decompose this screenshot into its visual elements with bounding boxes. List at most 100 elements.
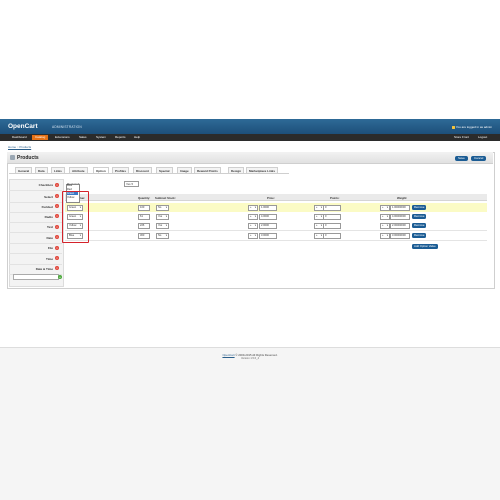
chevron-down-icon: ▾ bbox=[320, 206, 322, 209]
chevron-down-icon: ▾ bbox=[320, 215, 322, 218]
add-option-value-button[interactable]: Add Option Value bbox=[412, 244, 438, 249]
menu-reports[interactable]: Reports bbox=[112, 135, 129, 140]
points-input-value: 0 bbox=[325, 215, 327, 218]
menu-extensions[interactable]: Extensions bbox=[52, 135, 73, 140]
price-prefix-select[interactable]: + ▾ bbox=[248, 214, 258, 220]
quantity-input[interactable]: 226 bbox=[138, 223, 150, 229]
quantity-input[interactable]: 300 bbox=[138, 233, 150, 239]
remove-button[interactable]: Remove bbox=[412, 232, 427, 238]
weight-input[interactable]: 1.00000000 bbox=[390, 205, 410, 211]
subtract-stock-select[interactable]: No ▾ bbox=[156, 233, 169, 239]
weight-prefix-select[interactable]: + ▾ bbox=[380, 205, 390, 211]
menu-catalog[interactable]: Catalog bbox=[32, 135, 49, 140]
points-input[interactable]: 0 bbox=[323, 205, 341, 211]
sidebar-item-label: Checkbox bbox=[38, 183, 53, 187]
chevron-down-icon: ▾ bbox=[131, 182, 133, 186]
footer-version: Version 1.5.6_4 bbox=[240, 357, 260, 360]
weight-input-value: 2.00000000 bbox=[392, 224, 406, 227]
subtract-stock-select-value: No bbox=[158, 206, 162, 209]
weight-input-value: 4.00000000 bbox=[392, 215, 406, 218]
price-prefix-select-value: + bbox=[250, 215, 252, 218]
points-input[interactable]: 0 bbox=[323, 214, 341, 220]
weight-prefix-select-value: + bbox=[382, 224, 384, 227]
subtract-stock-select-value: No bbox=[158, 234, 162, 237]
price-input[interactable]: 4.0000 bbox=[259, 214, 277, 220]
dropdown-option-blue[interactable]: Blue bbox=[67, 184, 79, 187]
remove-icon[interactable]: × bbox=[55, 266, 59, 270]
remove-button[interactable]: Remove bbox=[412, 213, 427, 219]
price-prefix-select-value: + bbox=[250, 234, 252, 237]
price-input[interactable]: 2.0000 bbox=[259, 223, 277, 229]
remove-button[interactable]: Remove bbox=[412, 222, 427, 228]
points-input-value: 0 bbox=[325, 224, 327, 227]
remove-icon[interactable]: × bbox=[55, 182, 59, 187]
remove-icon[interactable]: × bbox=[55, 224, 59, 229]
price-input[interactable]: 1.0000 bbox=[259, 205, 277, 211]
save-button[interactable]: Save bbox=[455, 155, 468, 161]
sidebar-item-checkbox[interactable]: Checkbox × bbox=[9, 179, 62, 191]
points-prefix-select-value: + bbox=[316, 234, 318, 237]
points-input[interactable]: 0 bbox=[323, 223, 341, 229]
cancel-button[interactable]: Cancel bbox=[471, 155, 487, 161]
weight-input-value: 3.00000000 bbox=[392, 234, 406, 237]
main-menu bbox=[0, 134, 500, 141]
menu-system[interactable]: System bbox=[93, 135, 109, 140]
price-input-value: 2.0000 bbox=[261, 224, 269, 227]
tab-divider bbox=[9, 173, 289, 174]
price-prefix-select[interactable]: + ▾ bbox=[248, 205, 258, 211]
weight-input[interactable]: 2.00000000 bbox=[390, 223, 410, 229]
menu-store-front[interactable]: Store Front bbox=[451, 135, 472, 140]
add-option-select[interactable] bbox=[13, 274, 59, 280]
remove-icon[interactable]: × bbox=[55, 245, 59, 250]
footer-background bbox=[0, 347, 500, 500]
app-logo[interactable]: OpenCart bbox=[8, 123, 38, 130]
menu-help[interactable]: Help bbox=[131, 135, 143, 140]
remove-icon[interactable]: × bbox=[55, 256, 59, 260]
weight-input[interactable]: 3.00000000 bbox=[390, 233, 410, 239]
price-prefix-select-value: + bbox=[250, 224, 252, 227]
quantity-input-value: 61 bbox=[140, 215, 143, 218]
price-prefix-select[interactable]: + ▾ bbox=[248, 223, 258, 229]
remove-icon[interactable]: × bbox=[55, 204, 59, 208]
points-prefix-select-value: + bbox=[316, 215, 318, 218]
col-subtract-stock: Subtract Stock: bbox=[155, 195, 176, 200]
chevron-down-icon: ▾ bbox=[165, 206, 167, 209]
subtract-stock-select[interactable]: Yes ▾ bbox=[156, 223, 169, 229]
subtract-stock-select[interactable]: Yes ▾ bbox=[156, 214, 169, 220]
remove-icon[interactable]: × bbox=[55, 214, 59, 218]
subtract-stock-select[interactable]: No ▾ bbox=[156, 205, 169, 211]
weight-prefix-select-value: + bbox=[382, 234, 384, 237]
chevron-down-icon: ▾ bbox=[320, 234, 322, 237]
remove-icon[interactable]: × bbox=[55, 235, 59, 239]
menu-sales[interactable]: Sales bbox=[76, 135, 90, 140]
add-icon[interactable]: + bbox=[58, 274, 62, 279]
col-weight: Weight: bbox=[397, 195, 408, 200]
weight-prefix-select[interactable]: + ▾ bbox=[380, 214, 390, 220]
remove-icon[interactable]: × bbox=[55, 194, 59, 198]
quantity-input[interactable]: 61 bbox=[138, 214, 150, 220]
points-input[interactable]: 0 bbox=[323, 233, 341, 239]
sidebar-item-label: Radio bbox=[44, 214, 53, 219]
menu-dashboard[interactable]: Dashboard bbox=[9, 135, 30, 140]
required-select[interactable]: Yes ▾ bbox=[124, 181, 139, 187]
points-prefix-select-value: + bbox=[316, 224, 318, 227]
chevron-down-icon: ▾ bbox=[165, 224, 167, 227]
price-prefix-select[interactable]: + ▾ bbox=[248, 233, 258, 239]
subtract-stock-select-value: Yes bbox=[158, 224, 163, 227]
app-subtitle: ADMINISTRATION bbox=[52, 125, 82, 129]
weight-prefix-select[interactable]: + ▾ bbox=[380, 233, 390, 239]
points-prefix-select-value: + bbox=[316, 206, 318, 209]
col-price: Price: bbox=[267, 195, 275, 200]
price-input[interactable]: 3.0000 bbox=[259, 233, 277, 239]
subtract-stock-select-value: Yes bbox=[158, 215, 163, 218]
remove-button[interactable]: Remove bbox=[412, 204, 427, 210]
chevron-down-icon: ▾ bbox=[165, 234, 167, 237]
breadcrumb[interactable]: Home :: Products bbox=[8, 145, 31, 149]
sidebar-item-date-time[interactable]: Date & Time × bbox=[9, 263, 62, 275]
col-points: Points: bbox=[330, 195, 340, 200]
menu-logout[interactable]: Logout bbox=[475, 135, 490, 140]
quantity-input[interactable]: 100 bbox=[138, 205, 150, 211]
logged-in-text: You are logged in as admin bbox=[455, 125, 492, 129]
weight-prefix-select[interactable]: + ▾ bbox=[380, 223, 390, 229]
weight-input[interactable]: 4.00000000 bbox=[390, 214, 410, 220]
